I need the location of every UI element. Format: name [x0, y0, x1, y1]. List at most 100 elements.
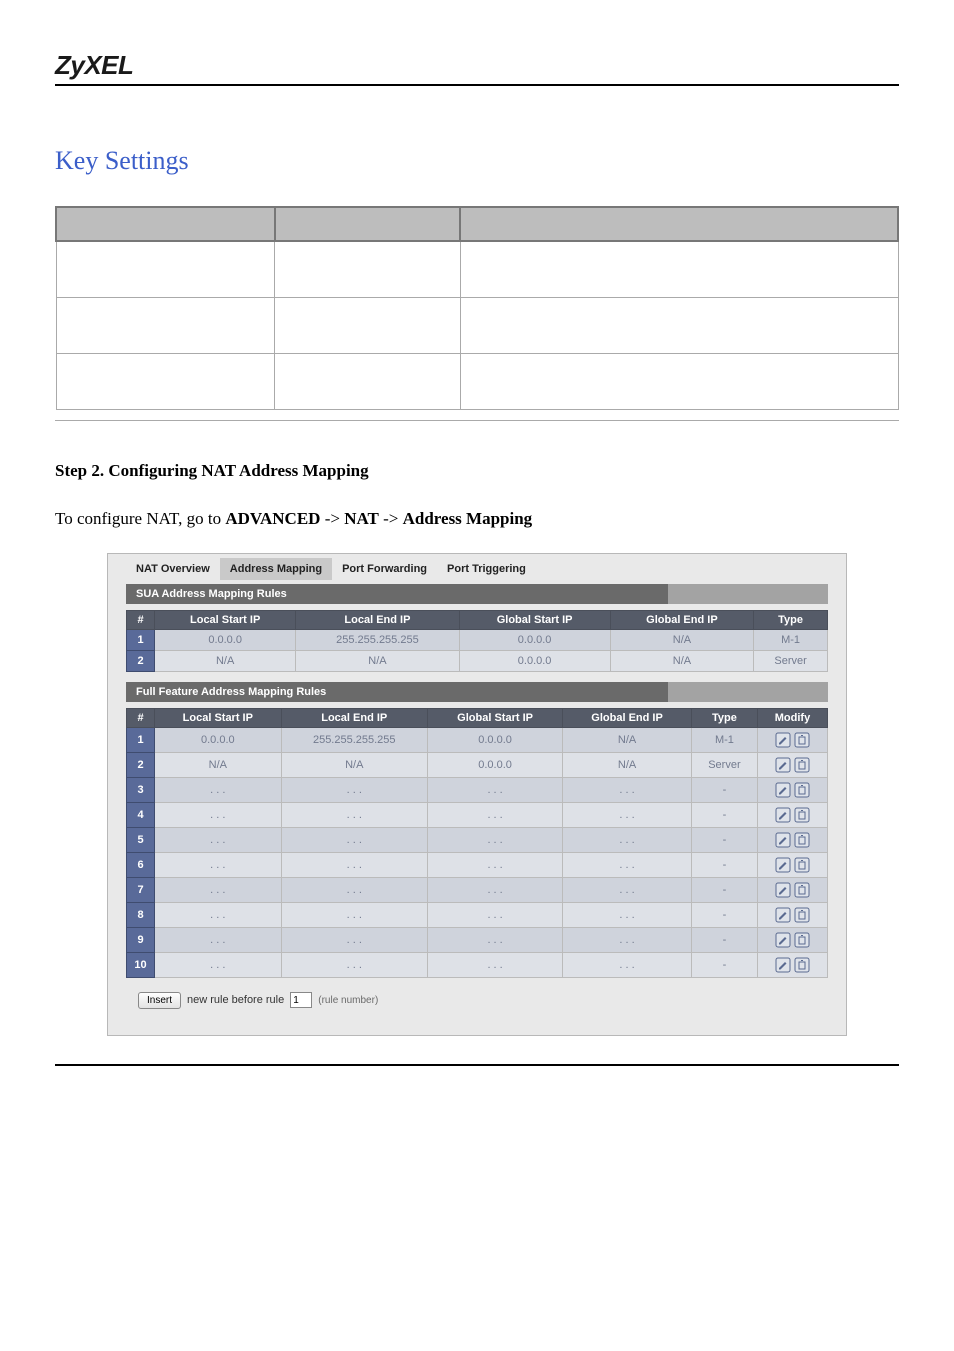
table-cell: 0.0.0.0 [155, 727, 282, 752]
tab-address-mapping[interactable]: Address Mapping [220, 558, 332, 580]
modify-cell [758, 877, 828, 902]
row-number: 1 [127, 727, 155, 752]
footer-divider [55, 1064, 899, 1066]
key-table-header [460, 207, 898, 241]
delete-icon[interactable] [794, 907, 810, 923]
table-cell: . . . [155, 827, 282, 852]
header-divider [55, 84, 899, 86]
tab-bar: NAT OverviewAddress MappingPort Forwardi… [108, 554, 846, 580]
column-header: Local End IP [296, 610, 459, 629]
table-cell: . . . [563, 777, 692, 802]
delete-icon[interactable] [794, 732, 810, 748]
nav-seg-advanced: ADVANCED [225, 509, 320, 528]
table-cell: . . . [281, 852, 427, 877]
table-cell: M-1 [691, 727, 757, 752]
column-header: Global Start IP [427, 708, 562, 727]
table-cell: 0.0.0.0 [459, 629, 610, 650]
table-cell: - [691, 877, 757, 902]
key-settings-table [55, 206, 899, 410]
edit-icon[interactable] [775, 957, 791, 973]
table-cell: 0.0.0.0 [427, 752, 562, 777]
table-cell: 0.0.0.0 [427, 727, 562, 752]
row-number: 5 [127, 827, 155, 852]
table-cell: N/A [610, 629, 754, 650]
table-cell: N/A [563, 727, 692, 752]
table-cell: . . . [427, 902, 562, 927]
delete-icon[interactable] [794, 932, 810, 948]
edit-icon[interactable] [775, 907, 791, 923]
tab-nat-overview[interactable]: NAT Overview [126, 558, 220, 580]
table-cell: . . . [155, 852, 282, 877]
tab-port-triggering[interactable]: Port Triggering [437, 558, 536, 580]
column-header: Type [754, 610, 828, 629]
delete-icon[interactable] [794, 807, 810, 823]
delete-icon[interactable] [794, 957, 810, 973]
modify-cell [758, 902, 828, 927]
table-cell: Server [754, 650, 828, 671]
edit-icon[interactable] [775, 932, 791, 948]
table-cell: - [691, 952, 757, 977]
key-table-cell [275, 353, 460, 409]
table-cell: - [691, 827, 757, 852]
table-cell: . . . [563, 952, 692, 977]
nav-seg-nat: NAT [344, 509, 379, 528]
insert-label-b: (rule number) [318, 995, 378, 1006]
insert-button[interactable]: Insert [138, 992, 181, 1009]
table-row: 2N/AN/A0.0.0.0N/AServer [127, 752, 828, 777]
edit-icon[interactable] [775, 782, 791, 798]
modify-cell [758, 777, 828, 802]
table-cell: . . . [281, 802, 427, 827]
column-header: # [127, 610, 155, 629]
delete-icon[interactable] [794, 757, 810, 773]
table-cell: . . . [281, 877, 427, 902]
edit-icon[interactable] [775, 832, 791, 848]
full-rules-table: #Local Start IPLocal End IPGlobal Start … [126, 708, 828, 978]
row-number: 10 [127, 952, 155, 977]
sua-rules-table: #Local Start IPLocal End IPGlobal Start … [126, 610, 828, 672]
section-title: Key Settings [55, 146, 899, 176]
table-cell: - [691, 927, 757, 952]
column-header: Local End IP [281, 708, 427, 727]
screenshot-panel: NAT OverviewAddress MappingPort Forwardi… [107, 553, 847, 1036]
table-cell: . . . [563, 802, 692, 827]
table-cell: . . . [427, 802, 562, 827]
table-row: 3. . .. . .. . .. . .- [127, 777, 828, 802]
edit-icon[interactable] [775, 882, 791, 898]
brand-logo: ZyXEL [55, 50, 899, 81]
modify-cell [758, 827, 828, 852]
edit-icon[interactable] [775, 807, 791, 823]
table-cell: . . . [155, 802, 282, 827]
table-cell: . . . [427, 827, 562, 852]
table-cell: N/A [155, 752, 282, 777]
insert-label-a: new rule before rule [187, 994, 284, 1006]
table-row: 10.0.0.0255.255.255.2550.0.0.0N/AM-1 [127, 727, 828, 752]
modify-cell [758, 952, 828, 977]
row-number: 8 [127, 902, 155, 927]
edit-icon[interactable] [775, 757, 791, 773]
tab-port-forwarding[interactable]: Port Forwarding [332, 558, 437, 580]
modify-cell [758, 752, 828, 777]
delete-icon[interactable] [794, 857, 810, 873]
edit-icon[interactable] [775, 732, 791, 748]
table-cell: . . . [427, 852, 562, 877]
key-table-cell [460, 297, 898, 353]
key-table-header [56, 207, 275, 241]
table-cell: . . . [281, 827, 427, 852]
delete-icon[interactable] [794, 782, 810, 798]
delete-icon[interactable] [794, 832, 810, 848]
table-row: 9. . .. . .. . .. . .- [127, 927, 828, 952]
key-table-header [275, 207, 460, 241]
table-row: 6. . .. . .. . .. . .- [127, 852, 828, 877]
edit-icon[interactable] [775, 857, 791, 873]
column-header: Local Start IP [155, 708, 282, 727]
column-header: # [127, 708, 155, 727]
table-cell: . . . [563, 827, 692, 852]
rule-number-input[interactable] [290, 992, 312, 1008]
delete-icon[interactable] [794, 882, 810, 898]
modify-cell [758, 802, 828, 827]
column-header: Global End IP [610, 610, 754, 629]
nav-instructions: To configure NAT, go to ADVANCED -> NAT … [55, 509, 899, 529]
table-cell: . . . [281, 952, 427, 977]
table-cell: . . . [281, 902, 427, 927]
table-cell: - [691, 852, 757, 877]
